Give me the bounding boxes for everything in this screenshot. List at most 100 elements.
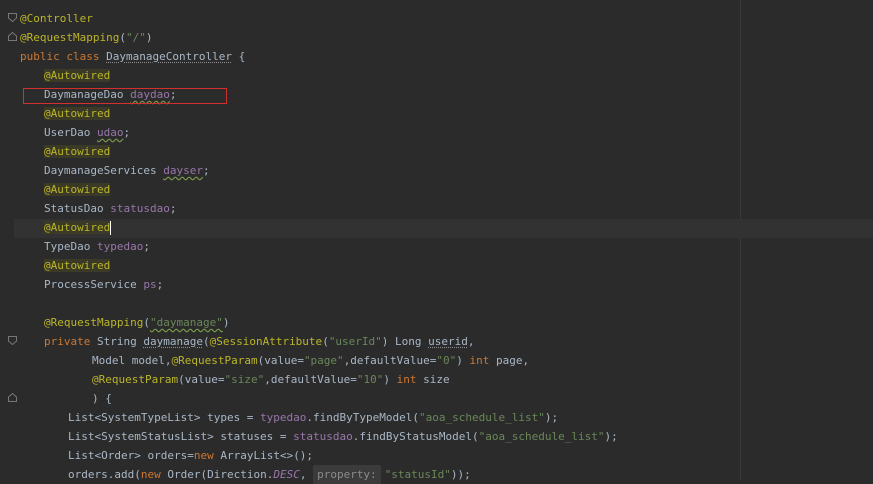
text-token: ) Long: [381, 335, 429, 348]
fold-marker-icon[interactable]: [8, 32, 17, 41]
annotation-token: @Autowired: [44, 145, 111, 158]
current-line-highlight: [14, 219, 873, 238]
text-token: orders.add(: [68, 468, 141, 481]
string-token: "0": [436, 354, 457, 367]
code-line-23[interactable]: List<SystemStatusList> statuses = status…: [68, 427, 618, 446]
code-line-12[interactable]: @Autowired: [44, 218, 112, 237]
code-line-19[interactable]: Model model,@RequestParam(value="page",d…: [92, 351, 529, 370]
annotation-token: @SessionAttribute: [209, 335, 323, 348]
annotation-token: @Controller: [20, 12, 93, 25]
text-token: ,: [299, 468, 314, 481]
text-token: ): [456, 354, 470, 367]
code-line-3[interactable]: public class DaymanageController {: [20, 47, 245, 66]
editor-gutter[interactable]: [0, 0, 14, 480]
text-token: ): [383, 373, 397, 386]
semicolon-token: ;: [202, 164, 210, 177]
type-token: StatusDao: [44, 202, 104, 215]
paren-token: ): [145, 31, 153, 44]
code-line-21[interactable]: ) {: [92, 389, 112, 408]
code-line-2[interactable]: @RequestMapping("/"): [20, 28, 152, 47]
code-line-17[interactable]: @RequestMapping("daymanage"): [44, 313, 229, 332]
text-token: ,defaultValue=: [264, 373, 357, 386]
class-name-token: DaymanageController: [106, 50, 232, 63]
paren-token: (: [322, 335, 329, 348]
string-token: "statusId": [384, 468, 451, 481]
fold-marker-icon[interactable]: [8, 336, 17, 345]
code-line-20[interactable]: @RequestParam(value="size",defaultValue=…: [92, 370, 450, 389]
annotation-token: @Autowired: [44, 221, 111, 234]
field-token: udao: [96, 126, 124, 139]
code-line-18[interactable]: private String daymanage(@SessionAttribu…: [44, 332, 475, 351]
text-token: page,: [489, 354, 530, 367]
code-line-7[interactable]: UserDao udao;: [44, 123, 130, 142]
code-line-25[interactable]: orders.add(new Order(Direction.DESC, pro…: [68, 465, 471, 484]
right-margin-guide: [740, 0, 741, 480]
annotation-token: @Autowired: [44, 69, 111, 82]
code-line-6[interactable]: @Autowired: [44, 104, 111, 123]
paren-token: (: [143, 316, 150, 329]
string-token: "10": [356, 373, 384, 386]
fold-marker-icon[interactable]: [8, 393, 17, 402]
paren-token: (: [119, 31, 126, 44]
type-token: TypeDao: [44, 240, 91, 253]
keyword-token: new: [193, 449, 214, 462]
string-token: "aoa_schedule_list": [478, 430, 605, 443]
string-token: "userId": [328, 335, 382, 348]
field-token: typedao: [96, 240, 144, 253]
paren-token: (: [202, 335, 210, 348]
annotation-token: @Autowired: [44, 183, 111, 196]
fold-marker-icon[interactable]: [8, 13, 17, 22]
field-token: statusdao: [110, 202, 170, 215]
code-line-11[interactable]: StatusDao statusdao;: [44, 199, 176, 218]
code-line-15[interactable]: ProcessService ps;: [44, 275, 163, 294]
text-token: ArrayList<>();: [213, 449, 314, 462]
text-token: size: [416, 373, 450, 386]
constant-token: DESC: [273, 468, 300, 481]
text-token: (value=: [257, 354, 304, 367]
text-token: ));: [450, 468, 471, 481]
keyword-token: int: [396, 373, 417, 386]
brace-token: {: [231, 50, 246, 63]
keyword-token: private: [44, 335, 91, 348]
field-token: typedao: [260, 411, 307, 424]
code-line-4[interactable]: @Autowired: [44, 66, 111, 85]
text-token: Order(Direction.: [160, 468, 274, 481]
type-token: DaymanageServices: [44, 164, 157, 177]
semicolon-token: ;: [169, 202, 177, 215]
semicolon-token: ;: [156, 278, 164, 291]
code-line-8[interactable]: @Autowired: [44, 142, 111, 161]
text-token: );: [544, 411, 559, 424]
code-line-14[interactable]: @Autowired: [44, 256, 111, 275]
field-token: statusdao: [293, 430, 353, 443]
annotation-token: @RequestMapping: [20, 31, 120, 44]
param-token: userid: [428, 335, 468, 348]
keyword-token: new: [140, 468, 161, 481]
type-token: String: [96, 335, 137, 348]
semicolon-token: ;: [123, 126, 131, 139]
keyword-token: public: [20, 50, 60, 63]
text-token: (value=: [178, 373, 225, 386]
text-token: ,: [467, 335, 475, 348]
code-editor[interactable]: @Controller @RequestMapping("/") public …: [0, 0, 873, 484]
code-line-22[interactable]: List<SystemTypeList> types = typedao.fin…: [68, 408, 558, 427]
string-token: "daymanage": [149, 316, 223, 329]
field-token: dayser: [163, 164, 203, 177]
keyword-token: class: [66, 50, 100, 63]
code-line-10[interactable]: @Autowired: [44, 180, 111, 199]
code-line-9[interactable]: DaymanageServices dayser;: [44, 161, 210, 180]
code-line-1[interactable]: @Controller: [20, 9, 93, 28]
text-token: );: [604, 430, 618, 443]
highlight-box: [23, 88, 227, 104]
string-token: "size": [224, 373, 265, 386]
code-line-24[interactable]: List<Order> orders=new ArrayList<>();: [68, 446, 313, 465]
string-token: "aoa_schedule_list": [419, 411, 545, 424]
type-token: UserDao: [44, 126, 91, 139]
text-token: List<SystemTypeList> types =: [68, 411, 261, 424]
text-caret: [110, 221, 112, 235]
annotation-token: @RequestParam: [92, 373, 179, 386]
annotation-token: @Autowired: [44, 259, 111, 272]
parameter-hint: property:: [313, 465, 381, 484]
code-line-13[interactable]: TypeDao typedao;: [44, 237, 150, 256]
method-name-token: daymanage: [143, 335, 203, 348]
semicolon-token: ;: [143, 240, 150, 253]
